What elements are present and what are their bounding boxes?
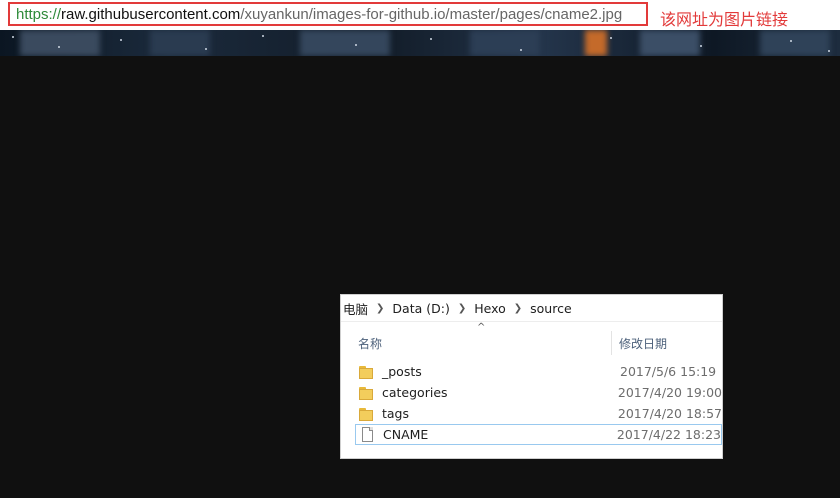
breadcrumb: 电脑 ❯ Data (D:) ❯ Hexo ❯ source bbox=[341, 295, 722, 322]
address-bar: https://raw.githubusercontent.com/xuyank… bbox=[0, 0, 840, 30]
breadcrumb-drive[interactable]: Data (D:) bbox=[390, 301, 451, 316]
item-date: 2017/4/22 18:23 bbox=[616, 427, 721, 442]
column-header-date[interactable]: 修改日期 bbox=[619, 335, 667, 352]
url-host: raw.githubusercontent.com bbox=[61, 5, 241, 23]
item-date: 2017/5/6 15:19 bbox=[620, 364, 717, 379]
annotation-label: 该网址为图片链接 bbox=[660, 10, 789, 29]
list-item-tags[interactable]: tags 2017/4/20 18:57 bbox=[355, 403, 722, 424]
breadcrumb-hexo[interactable]: Hexo bbox=[472, 301, 508, 316]
chevron-right-icon[interactable]: ❯ bbox=[370, 303, 390, 314]
chevron-right-icon[interactable]: ❯ bbox=[452, 303, 472, 314]
breadcrumb-computer[interactable]: 电脑 bbox=[341, 299, 370, 318]
url-path: /xuyankun/images-for-github.io/master/pa… bbox=[240, 5, 623, 23]
url-field[interactable]: https://raw.githubusercontent.com/xuyank… bbox=[8, 2, 648, 26]
breadcrumb-source[interactable]: source bbox=[528, 301, 574, 316]
blurred-banner-image bbox=[0, 30, 840, 56]
list-item-posts[interactable]: _posts 2017/5/6 15:19 bbox=[355, 361, 722, 382]
list-item-categories[interactable]: categories 2017/4/20 19:00 bbox=[355, 382, 722, 403]
column-divider[interactable] bbox=[611, 331, 612, 355]
url-scheme: https:// bbox=[16, 5, 62, 23]
screenshot-page: https://raw.githubusercontent.com/xuyank… bbox=[0, 0, 840, 498]
item-name: _posts bbox=[382, 364, 422, 379]
file-explorer-window: 电脑 ❯ Data (D:) ❯ Hexo ❯ source ^ 名称 修改日期… bbox=[340, 294, 723, 459]
folder-icon bbox=[359, 365, 375, 379]
item-name: categories bbox=[382, 385, 448, 400]
column-header-name[interactable]: 名称 bbox=[358, 335, 382, 352]
column-header-row: 名称 修改日期 bbox=[341, 331, 722, 355]
folder-icon bbox=[359, 407, 375, 421]
item-name: tags bbox=[382, 406, 410, 421]
item-date: 2017/4/20 18:57 bbox=[617, 406, 722, 421]
item-name: CNAME bbox=[383, 427, 429, 442]
chevron-right-icon[interactable]: ❯ bbox=[508, 303, 528, 314]
item-date: 2017/4/20 19:00 bbox=[617, 385, 722, 400]
list-item-cname[interactable]: CNAME 2017/4/22 18:23 bbox=[355, 424, 722, 445]
file-icon bbox=[360, 426, 376, 442]
folder-icon bbox=[359, 386, 375, 400]
